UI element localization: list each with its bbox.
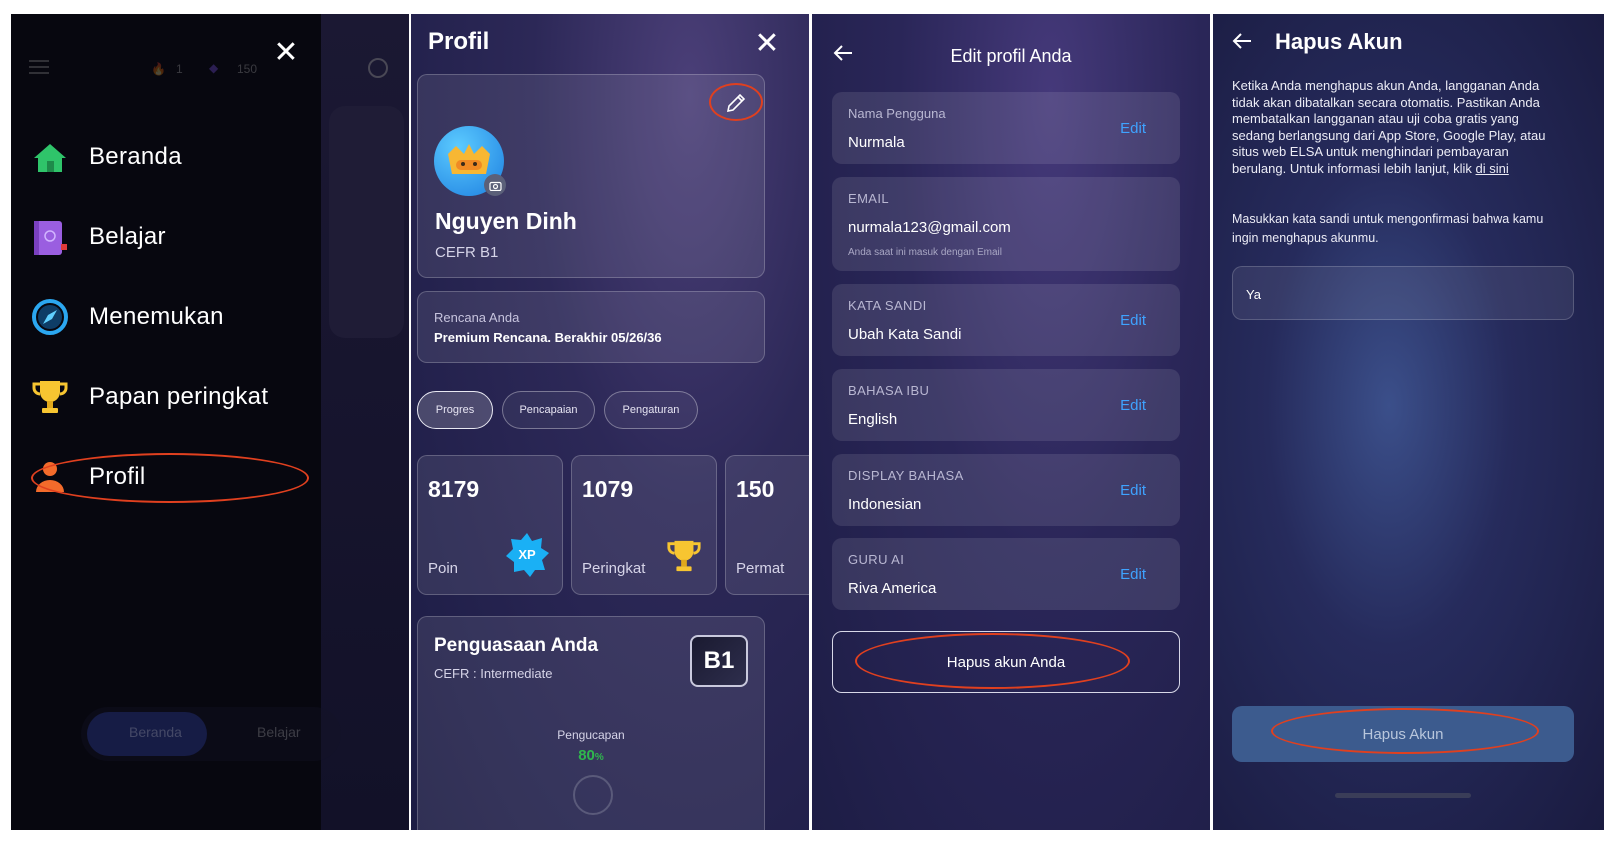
rank-label: Peringkat [582, 560, 646, 577]
flame-icon: 🔥 [151, 62, 166, 76]
more-info-link[interactable]: di sini [1476, 161, 1509, 176]
background-card [329, 106, 404, 338]
xp-star-icon: XP [504, 532, 550, 578]
camera-icon[interactable] [484, 174, 506, 196]
gems-value: 150 [736, 476, 775, 502]
menu-label: Beranda [89, 143, 182, 170]
menu-label: Belajar [89, 223, 166, 250]
field-value: English [848, 411, 898, 428]
page-title: Edit profil Anda [950, 46, 1072, 66]
field-display-language: DISPLAY BAHASA Indonesian Edit [832, 454, 1180, 526]
rank-value: 1079 [582, 476, 634, 502]
menu-label: Papan peringkat [89, 383, 269, 410]
menu-item-profil[interactable]: Profil [31, 453, 145, 501]
points-label: Poin [428, 560, 459, 577]
pronunciation-label: Pengucapan [557, 728, 625, 742]
edit-pencil-icon[interactable] [724, 91, 748, 115]
field-password: KATA SANDI Ubah Kata Sandi Edit [832, 284, 1180, 356]
trophy-icon [31, 378, 69, 416]
field-value: Nurmala [848, 134, 905, 151]
stat-card-gems: 150 Permat [725, 455, 809, 595]
profile-panel: Profil ✕ Nguyen Dinh CEFR B1 Rencana And… [411, 14, 809, 830]
field-native-language: BAHASA IBU English Edit [832, 369, 1180, 441]
edit-username-button[interactable]: Edit [1120, 120, 1146, 137]
tab-progres[interactable]: Progres [417, 391, 493, 429]
tab-pencapaian[interactable]: Pencapaian [502, 391, 595, 429]
confirm-instruction: Masukkan kata sandi untuk mengonfirmasi … [1232, 212, 1544, 245]
edit-profile-panel: Edit profil Anda Nama Pengguna Nurmala E… [812, 14, 1210, 830]
side-menu-panel: 🔥 1 ◆ 150 ✕ Beranda Belajar Menemukan Pa… [11, 14, 409, 830]
compass-icon [31, 298, 69, 336]
xp-badge-label: XP [518, 547, 536, 562]
cefr-level: CEFR B1 [435, 244, 499, 261]
bottom-nav-home-label: Beranda [129, 724, 182, 740]
progress-arc [573, 775, 613, 815]
hamburger-icon [29, 60, 49, 74]
home-indicator [1335, 793, 1471, 798]
plan-label: Rencana Anda [434, 310, 520, 325]
trophy-icon [666, 538, 702, 579]
delete-account-panel: Hapus Akun Ketika Anda menghapus akun An… [1213, 14, 1604, 830]
mastery-subtitle: CEFR : Intermediate [434, 666, 553, 681]
field-label: EMAIL [848, 191, 890, 206]
streak-count: 1 [176, 62, 183, 76]
field-ai-tutor: GURU AI Riva America Edit [832, 538, 1180, 610]
plan-card[interactable]: Rencana Anda Premium Rencana. Berakhir 0… [417, 291, 765, 363]
field-username: Nama Pengguna Nurmala Edit [832, 92, 1180, 164]
field-value: Ubah Kata Sandi [848, 326, 962, 343]
points-value: 8179 [428, 476, 480, 502]
password-confirm-input[interactable]: Ya [1232, 266, 1574, 320]
compass-icon [368, 58, 388, 78]
field-label: Nama Pengguna [848, 106, 946, 121]
profile-card: Nguyen Dinh CEFR B1 [417, 74, 765, 278]
pronunciation-unit: % [594, 752, 604, 763]
edit-native-language-button[interactable]: Edit [1120, 397, 1146, 414]
field-value: nurmala123@gmail.com [848, 219, 1011, 236]
menu-item-belajar[interactable]: Belajar [31, 213, 166, 261]
level-badge: B1 [690, 635, 748, 687]
field-label: KATA SANDI [848, 298, 927, 313]
gem-count: 150 [237, 62, 258, 76]
user-name: Nguyen Dinh [435, 208, 577, 234]
mastery-title: Penguasaan Anda [434, 635, 599, 656]
warning-text: Ketika Anda menghapus akun Anda, langgan… [1232, 78, 1562, 178]
home-icon [31, 138, 69, 176]
menu-label: Menemukan [89, 303, 224, 330]
edit-password-button[interactable]: Edit [1120, 312, 1146, 329]
edit-ai-tutor-button[interactable]: Edit [1120, 566, 1146, 583]
field-email: EMAIL nurmala123@gmail.com Anda saat ini… [832, 177, 1180, 271]
menu-item-menemukan[interactable]: Menemukan [31, 293, 224, 341]
menu-label: Profil [89, 463, 146, 490]
book-icon [31, 218, 69, 256]
delete-account-button[interactable]: Hapus akun Anda [832, 631, 1180, 693]
close-icon[interactable]: ✕ [752, 26, 782, 61]
field-note: Anda saat ini masuk dengan Email [848, 247, 1002, 258]
mastery-card[interactable]: Penguasaan Anda CEFR : Intermediate B1 P… [417, 616, 765, 830]
delete-account-confirm-button[interactable]: Hapus Akun [1232, 706, 1574, 762]
page-title: Hapus Akun [1275, 29, 1403, 54]
field-label: GURU AI [848, 552, 905, 567]
field-label: BAHASA IBU [848, 383, 930, 398]
plan-value: Premium Rencana. Berakhir 05/26/36 [434, 330, 662, 345]
person-icon [31, 458, 69, 496]
menu-item-papan-peringkat[interactable]: Papan peringkat [31, 373, 268, 421]
gem-icon: ◆ [209, 61, 219, 75]
edit-display-language-button[interactable]: Edit [1120, 482, 1146, 499]
pronunciation-score-value: 80 [578, 747, 595, 764]
field-value: Riva America [848, 580, 937, 597]
stat-card-points: 8179 Poin XP [417, 455, 563, 595]
tab-pengaturan[interactable]: Pengaturan [604, 391, 698, 429]
field-label: DISPLAY BAHASA [848, 468, 964, 483]
page-title: Profil [428, 28, 490, 55]
bottom-nav-learn-label: Belajar [257, 724, 301, 740]
menu-item-beranda[interactable]: Beranda [31, 133, 182, 181]
gems-label: Permat [736, 560, 785, 577]
close-icon[interactable]: ✕ [273, 38, 299, 68]
field-value: Indonesian [848, 496, 922, 513]
back-arrow-icon[interactable] [1231, 30, 1253, 58]
pronunciation-score: 80% [418, 747, 764, 764]
stat-card-rank: 1079 Peringkat [571, 455, 717, 595]
